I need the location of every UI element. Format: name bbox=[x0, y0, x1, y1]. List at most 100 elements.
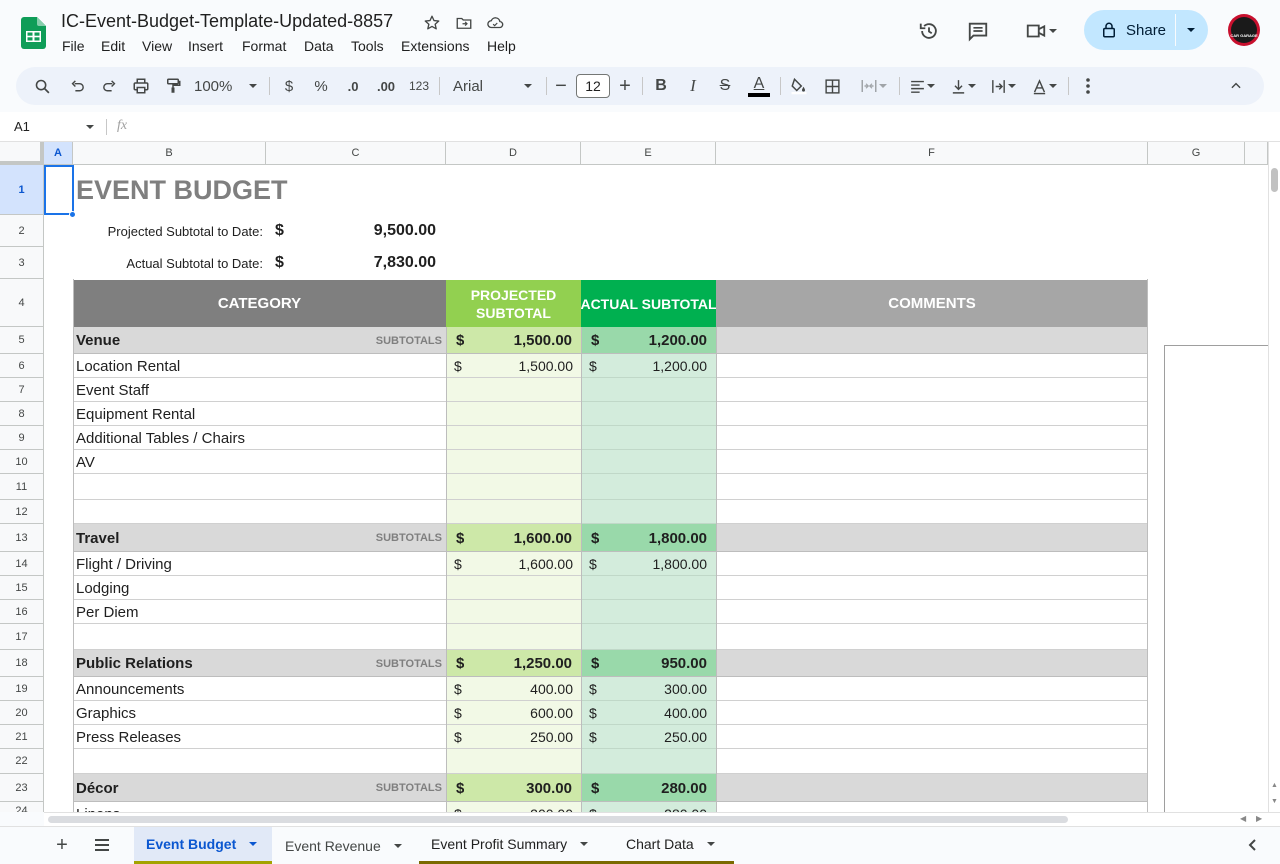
decrease-font-size-button[interactable]: − bbox=[552, 67, 570, 105]
text-color-button[interactable]: A bbox=[746, 67, 772, 105]
projected-cell[interactable] bbox=[446, 749, 581, 774]
menu-edit[interactable]: Edit bbox=[101, 38, 125, 54]
star-icon[interactable] bbox=[421, 12, 443, 34]
more-options-icon[interactable] bbox=[1078, 67, 1098, 105]
projected-cell[interactable] bbox=[446, 576, 581, 600]
italic-button[interactable]: I bbox=[682, 67, 704, 105]
vertical-scrollbar-track[interactable]: ▲ ▼ bbox=[1268, 142, 1280, 812]
horizontal-scrollbar-thumb[interactable] bbox=[48, 816, 1068, 823]
row-header-9[interactable]: 9 bbox=[0, 426, 44, 450]
paint-format-icon[interactable] bbox=[159, 67, 187, 105]
menu-data[interactable]: Data bbox=[304, 38, 334, 54]
row-header-10[interactable]: 10 bbox=[0, 450, 44, 474]
section-name[interactable]: Public Relations bbox=[76, 650, 193, 677]
text-rotation-icon[interactable] bbox=[1027, 67, 1061, 105]
redo-icon[interactable] bbox=[95, 67, 123, 105]
line-item-name[interactable]: AV bbox=[76, 450, 95, 474]
row-header-23[interactable]: 23 bbox=[0, 774, 44, 802]
bold-button[interactable]: B bbox=[650, 67, 672, 105]
text-wrapping-icon[interactable] bbox=[986, 67, 1020, 105]
spreadsheet-grid[interactable]: A B C D E F G 1 2 3 4 5 6 7 8 9 10 11 12… bbox=[0, 142, 1268, 812]
actual-cell[interactable] bbox=[581, 624, 716, 650]
menu-file[interactable]: File bbox=[62, 38, 85, 54]
active-cell-a1[interactable] bbox=[44, 165, 74, 215]
column-header-f[interactable]: F bbox=[716, 142, 1148, 165]
fill-color-icon[interactable] bbox=[786, 67, 812, 105]
row-header-2[interactable]: 2 bbox=[0, 215, 44, 247]
tab-event-budget[interactable]: Event Budget bbox=[134, 827, 272, 864]
column-header-e[interactable]: E bbox=[581, 142, 716, 165]
line-item-name[interactable]: Additional Tables / Chairs bbox=[76, 426, 245, 450]
formula-input[interactable] bbox=[145, 112, 1265, 141]
actual-cell[interactable] bbox=[581, 749, 716, 774]
format-percent-button[interactable]: % bbox=[310, 67, 332, 105]
version-history-icon[interactable] bbox=[915, 17, 943, 45]
projected-cell[interactable] bbox=[446, 600, 581, 624]
tab-chart-data[interactable]: Chart Data bbox=[614, 827, 734, 864]
column-header-c[interactable]: C bbox=[266, 142, 446, 165]
row-header-15[interactable]: 15 bbox=[0, 576, 44, 600]
line-item-name[interactable]: Per Diem bbox=[76, 600, 139, 624]
section-name[interactable]: Décor bbox=[76, 774, 119, 802]
row-header-16[interactable]: 16 bbox=[0, 600, 44, 624]
format-currency-button[interactable]: $ bbox=[278, 67, 300, 105]
menu-view[interactable]: View bbox=[142, 38, 172, 54]
select-all-corner[interactable] bbox=[0, 142, 44, 165]
actual-cell[interactable] bbox=[581, 600, 716, 624]
projected-cell[interactable] bbox=[446, 402, 581, 426]
row-header-7[interactable]: 7 bbox=[0, 378, 44, 402]
line-item-name[interactable]: Graphics bbox=[76, 701, 136, 725]
scroll-down-icon[interactable]: ▼ bbox=[1271, 798, 1278, 805]
actual-cell[interactable] bbox=[581, 474, 716, 500]
merge-cells-icon[interactable] bbox=[854, 67, 894, 105]
actual-cell[interactable] bbox=[581, 450, 716, 474]
projected-cell[interactable] bbox=[446, 378, 581, 402]
collapse-toolbar-icon[interactable] bbox=[1224, 67, 1248, 105]
horizontal-scrollbar[interactable]: ◀ ▶ bbox=[44, 812, 1280, 826]
row-header-19[interactable]: 19 bbox=[0, 677, 44, 701]
meet-video-icon[interactable] bbox=[1018, 17, 1064, 45]
row-header-11[interactable]: 11 bbox=[0, 474, 44, 500]
actual-cell[interactable] bbox=[581, 426, 716, 450]
search-menus-icon[interactable] bbox=[28, 67, 56, 105]
embedded-chart-frame[interactable] bbox=[1164, 345, 1268, 812]
zoom-select[interactable]: 100% bbox=[194, 67, 258, 105]
row-header-3[interactable]: 3 bbox=[0, 247, 44, 279]
scroll-right-icon[interactable]: ▶ bbox=[1256, 814, 1262, 823]
borders-icon[interactable] bbox=[819, 67, 845, 105]
name-box[interactable]: A1 bbox=[0, 112, 102, 141]
line-item-name[interactable]: Announcements bbox=[76, 677, 184, 701]
actual-cell[interactable] bbox=[581, 576, 716, 600]
row-header-5[interactable]: 5 bbox=[0, 327, 44, 354]
column-header-d[interactable]: D bbox=[446, 142, 581, 165]
projected-cell[interactable] bbox=[446, 624, 581, 650]
menu-tools[interactable]: Tools bbox=[351, 38, 384, 54]
print-icon[interactable] bbox=[127, 67, 155, 105]
projected-cell[interactable] bbox=[446, 500, 581, 524]
column-header-g[interactable]: G bbox=[1148, 142, 1245, 165]
add-sheet-icon[interactable]: + bbox=[50, 833, 74, 857]
undo-icon[interactable] bbox=[63, 67, 91, 105]
row-header-17[interactable]: 17 bbox=[0, 624, 44, 650]
row-header-21[interactable]: 21 bbox=[0, 725, 44, 749]
row-header-6[interactable]: 6 bbox=[0, 354, 44, 378]
row-header-22[interactable]: 22 bbox=[0, 749, 44, 774]
section-name[interactable]: Travel bbox=[76, 524, 119, 552]
vertical-scrollbar-thumb[interactable] bbox=[1271, 168, 1278, 192]
horizontal-align-icon[interactable] bbox=[905, 67, 939, 105]
line-item-name[interactable]: Linens bbox=[76, 802, 120, 813]
all-sheets-icon[interactable] bbox=[90, 833, 114, 857]
projected-cell[interactable] bbox=[446, 450, 581, 474]
menu-insert[interactable]: Insert bbox=[188, 38, 223, 54]
menu-help[interactable]: Help bbox=[487, 38, 516, 54]
vertical-align-icon[interactable] bbox=[946, 67, 980, 105]
actual-cell[interactable] bbox=[581, 378, 716, 402]
cloud-saved-icon[interactable] bbox=[484, 12, 506, 34]
row-header-24[interactable]: 24 bbox=[0, 802, 44, 812]
menu-extensions[interactable]: Extensions bbox=[401, 38, 469, 54]
row-header-13[interactable]: 13 bbox=[0, 524, 44, 552]
row-header-20[interactable]: 20 bbox=[0, 701, 44, 725]
scroll-left-icon[interactable]: ◀ bbox=[1240, 814, 1246, 823]
projected-cell[interactable] bbox=[446, 474, 581, 500]
share-button[interactable]: Share bbox=[1084, 10, 1208, 50]
